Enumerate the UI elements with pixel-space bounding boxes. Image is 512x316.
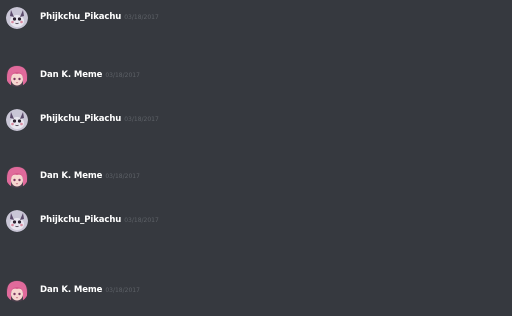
pikachu-avatar-icon[interactable] <box>6 210 28 232</box>
timestamp: 03/18/2017 <box>124 217 159 224</box>
pink-hair-avatar-icon[interactable] <box>6 65 28 87</box>
username[interactable]: Dan K. Meme <box>40 285 102 295</box>
message-header: Phijkchu_Pikachu 03/18/2017 <box>40 7 159 22</box>
message-list: Phijkchu_Pikachu 03/18/2017 Dan K. Meme 03… <box>0 0 512 314</box>
pikachu-avatar-icon[interactable] <box>6 109 28 131</box>
message-group: Dan K. Meme 03/18/2017 <box>0 276 512 316</box>
timestamp: 03/18/2017 <box>105 287 140 294</box>
username[interactable]: Phijkchu_Pikachu <box>40 215 121 225</box>
username[interactable]: Phijkchu_Pikachu <box>40 114 121 124</box>
message-group: Phijkchu_Pikachu 03/18/2017 <box>0 105 512 145</box>
pikachu-avatar-icon[interactable] <box>6 7 28 29</box>
message-group: Dan K. Meme 03/18/2017 <box>0 61 512 101</box>
message-header: Phijkchu_Pikachu 03/18/2017 <box>40 109 159 124</box>
timestamp: 03/18/2017 <box>105 173 140 180</box>
message-header: Dan K. Meme 03/18/2017 <box>40 280 140 295</box>
message-group: Dan K. Meme 03/18/2017 <box>0 162 512 202</box>
message-header: Phijkchu_Pikachu 03/18/2017 <box>40 210 159 225</box>
pink-hair-avatar-icon[interactable] <box>6 280 28 302</box>
username[interactable]: Dan K. Meme <box>40 70 102 80</box>
timestamp: 03/18/2017 <box>124 14 159 21</box>
timestamp: 03/18/2017 <box>124 116 159 123</box>
message-header: Dan K. Meme 03/18/2017 <box>40 65 140 80</box>
timestamp: 03/18/2017 <box>105 72 140 79</box>
message-group: Phijkchu_Pikachu 03/18/2017 <box>0 206 512 246</box>
message-group: Phijkchu_Pikachu 03/18/2017 <box>0 3 512 43</box>
username[interactable]: Dan K. Meme <box>40 171 102 181</box>
message-header: Dan K. Meme 03/18/2017 <box>40 166 140 181</box>
pink-hair-avatar-icon[interactable] <box>6 166 28 188</box>
username[interactable]: Phijkchu_Pikachu <box>40 12 121 22</box>
